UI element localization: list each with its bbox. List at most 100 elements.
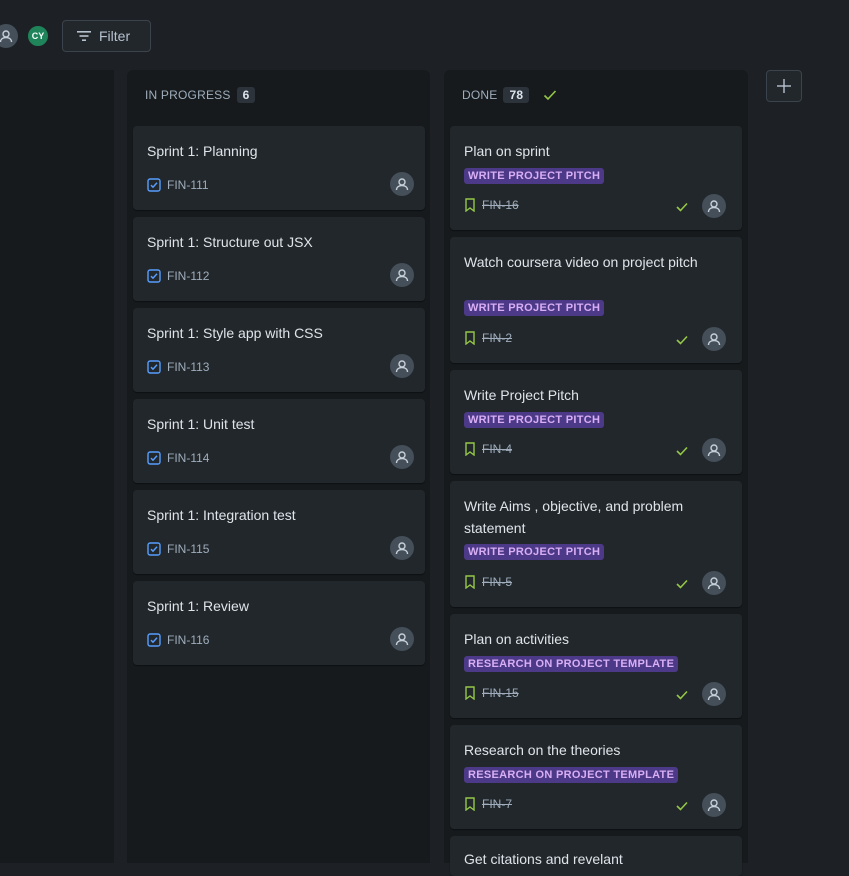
bookmark-icon [464,198,476,212]
issue-key[interactable]: FIN-2 [482,331,512,345]
checkbox-icon [147,633,161,647]
issue-card[interactable]: Sprint 1: Unit test FIN-114 [133,399,425,483]
resolved-check-icon [676,579,688,589]
assignee-avatar-icon[interactable] [702,793,726,817]
column-done: DONE 78 Plan on sprint WRITE PROJECT PIT… [444,70,748,876]
epic-lozenge[interactable]: WRITE PROJECT PITCH [464,168,605,184]
issue-key[interactable]: FIN-112 [167,269,209,283]
issue-key[interactable]: FIN-16 [482,198,519,212]
assignee-avatar-icon[interactable] [702,571,726,595]
plus-icon [777,79,791,93]
assignee-avatar-icon[interactable] [390,627,414,651]
epic-lozenge[interactable]: RESEARCH ON PROJECT TEMPLATE [464,656,679,672]
card-key-row: FIN-7 [464,797,512,811]
todo-column-partial [0,70,114,863]
card-key-row: FIN-112 [147,269,209,283]
card-title: Get citations and revelant [464,851,623,867]
user-avatar-icon[interactable] [0,24,18,48]
issue-card[interactable]: Sprint 1: Integration test FIN-115 [133,490,425,574]
add-column-button[interactable] [766,70,802,102]
epic-lozenge[interactable]: WRITE PROJECT PITCH [464,300,605,316]
resolved-check-icon [676,335,688,345]
assignee-avatar-icon[interactable] [390,445,414,469]
card-title: Write Aims , objective, and problem stat… [464,498,684,536]
issue-count-badge: 6 [236,87,256,103]
issue-key[interactable]: FIN-114 [167,451,209,465]
card-key-row: FIN-15 [464,686,519,700]
assignee-avatar-icon[interactable] [702,438,726,462]
issue-key[interactable]: FIN-115 [167,542,209,556]
issue-card[interactable]: Research on the theories RESEARCH ON PRO… [450,725,742,829]
column-header: IN PROGRESS 6 [145,87,256,103]
card-key-row: FIN-111 [147,178,209,192]
issue-card[interactable]: Plan on sprint WRITE PROJECT PITCH FIN-1… [450,126,742,230]
card-key-row: FIN-116 [147,633,209,647]
column-header: DONE 78 [462,87,557,103]
column-title: DONE [462,88,498,102]
card-title: Sprint 1: Style app with CSS [147,325,323,341]
avatar-initials: CY [31,31,45,41]
bookmark-icon [464,331,476,345]
card-key-row: FIN-115 [147,542,209,556]
issue-count-badge: 78 [503,87,530,103]
checkbox-icon [147,451,161,465]
card-title: Sprint 1: Integration test [147,507,296,523]
issue-card[interactable]: Get citations and revelant [450,836,742,876]
column-in-progress: IN PROGRESS 6 Sprint 1: Planning FIN-111… [127,70,430,863]
resolved-check-icon [676,690,688,700]
issue-key[interactable]: FIN-111 [167,178,209,192]
issue-key[interactable]: FIN-4 [482,442,512,456]
card-title: Research on the theories [464,742,621,758]
issue-card[interactable]: Sprint 1: Planning FIN-111 [133,126,425,210]
issue-card[interactable]: Sprint 1: Style app with CSS FIN-113 [133,308,425,392]
bookmark-icon [464,442,476,456]
assignee-avatar-icon[interactable] [390,354,414,378]
issue-key[interactable]: FIN-7 [482,797,512,811]
epic-lozenge[interactable]: WRITE PROJECT PITCH [464,412,605,428]
assignee-avatar-icon[interactable] [390,536,414,560]
column-title: IN PROGRESS [145,88,231,102]
resolved-check-icon [676,202,688,212]
epic-lozenge[interactable]: RESEARCH ON PROJECT TEMPLATE [464,767,679,783]
issue-key[interactable]: FIN-113 [167,360,209,374]
card-title: Sprint 1: Planning [147,143,258,159]
bookmark-icon [464,686,476,700]
filter-label: Filter [99,28,131,44]
filter-button[interactable]: Filter [62,20,151,52]
card-title: Sprint 1: Unit test [147,416,255,432]
resolved-check-icon [676,801,688,811]
epic-lozenge[interactable]: WRITE PROJECT PITCH [464,544,605,560]
issue-card[interactable]: Write Project Pitch WRITE PROJECT PITCH … [450,370,742,474]
issue-key[interactable]: FIN-15 [482,686,519,700]
issue-card[interactable]: Sprint 1: Structure out JSX FIN-112 [133,217,425,301]
assignee-avatar-icon[interactable] [390,172,414,196]
card-key-row: FIN-2 [464,331,512,345]
avatar-cy[interactable]: CY [26,24,50,48]
card-key-row: FIN-5 [464,575,512,589]
card-key-row: FIN-114 [147,451,209,465]
card-title: Write Project Pitch [464,387,579,403]
issue-card[interactable]: Sprint 1: Review FIN-116 [133,581,425,665]
issue-card[interactable]: Plan on activities RESEARCH ON PROJECT T… [450,614,742,718]
assignee-avatar-icon[interactable] [702,682,726,706]
checkbox-icon [147,269,161,283]
checkbox-icon [147,542,161,556]
card-title: Plan on sprint [464,143,550,159]
issue-key[interactable]: FIN-5 [482,575,512,589]
issue-card[interactable]: Watch coursera video on project pitch WR… [450,237,742,363]
assignee-avatar-icon[interactable] [702,327,726,351]
card-key-row: FIN-16 [464,198,519,212]
card-title: Watch coursera video on project pitch [464,254,698,270]
card-title: Sprint 1: Structure out JSX [147,234,313,250]
card-title: Plan on activities [464,631,570,647]
bookmark-icon [464,575,476,589]
resolved-check-icon [676,446,688,456]
assignee-avatar-icon[interactable] [702,194,726,218]
bookmark-icon [464,797,476,811]
assignee-avatar-icon[interactable] [390,263,414,287]
checkbox-icon [147,178,161,192]
issue-key[interactable]: FIN-116 [167,633,209,647]
issue-card[interactable]: Write Aims , objective, and problem stat… [450,481,742,607]
card-key-row: FIN-113 [147,360,209,374]
done-check-icon [543,89,557,101]
